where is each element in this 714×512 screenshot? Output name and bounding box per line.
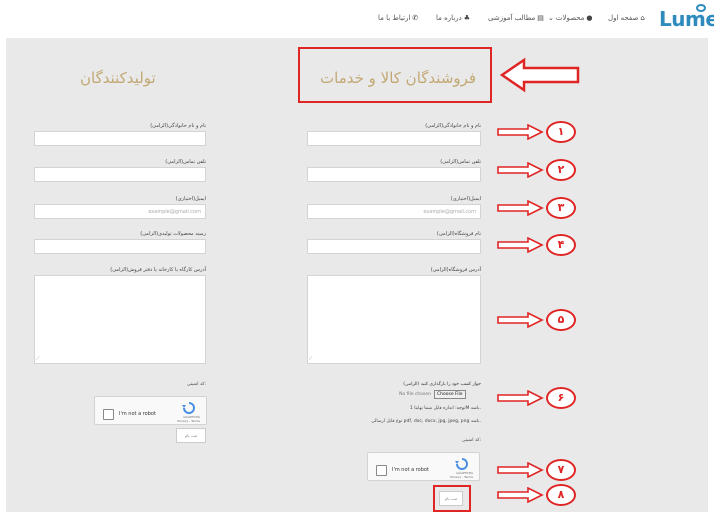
annotation-arrow-icon [497,487,544,503]
nav-home[interactable]: صفحه اول ⌂ [608,14,645,22]
no-file-text: No file chosen [399,392,431,397]
title-arrow-icon [500,57,580,93]
captcha-links: Privacy - Terms [450,475,473,479]
producer-products-input[interactable] [34,239,206,254]
size-note: توجه: اندازه فایل شما نهایتا 1M باشد. [409,406,481,411]
logo-text: Lumen [659,7,714,31]
annotation-arrow-icon [497,312,544,328]
seller-email-input[interactable]: example@gmail.com [307,204,481,219]
annotation-arrow-icon [497,237,544,253]
nav-articles-label: مطالب آموزشی [488,14,536,22]
nav-articles[interactable]: مطالب آموزشی ▤ [488,14,544,22]
seller-license-label: جواز کسب خود را بارگذاری کنید (الزامی) [403,382,481,387]
annotation-number: ۶ [546,387,576,409]
document-icon: ▤ [537,14,544,22]
captcha-links: Privacy - Terms [177,419,200,423]
top-nav: Lumen صفحه اول ⌂ ⌄ محصولات ● مطالب آموزش… [0,0,714,38]
producer-name-input[interactable] [34,131,206,146]
seller-address-label: آدرس فروشگاه(الزامی) [430,267,481,273]
producer-name-label: نام و نام خانوادگی(الزامی) [150,123,206,129]
captcha-checkbox[interactable] [103,409,114,420]
recaptcha-icon [455,458,468,470]
seller-phone-input[interactable] [307,167,481,182]
captcha-text: I'm not a robot [392,467,429,473]
nav-about-label: درباره ما [436,14,462,22]
annotation-number: ۴ [546,234,576,256]
logo-drop-icon [696,4,706,12]
seller-address-textarea[interactable]: ⟋ [307,275,481,364]
nav-home-label: صفحه اول [608,14,639,22]
annotation-number: ۷ [546,459,576,481]
seller-email-label: ایمیل(اختیاری) [450,196,481,202]
annotation-arrow-icon [497,462,544,478]
captcha-text: I'm not a robot [119,411,156,417]
annotation-number: ۵ [546,309,576,331]
annotation-arrow-icon [497,390,544,406]
producer-phone-input[interactable] [34,167,206,182]
annotation-number: ۳ [546,197,576,219]
producer-phone-label: تلفن تماس(الزامی) [165,159,206,165]
nav-about[interactable]: درباره ما ♣ [436,14,470,22]
sellers-title-highlight [298,47,492,103]
chevron-down-icon: ⌄ [548,14,554,22]
type-note: نوع فایل ارسالی pdf, doc, docx, jpg, jpe… [371,419,481,424]
producer-submit-button[interactable]: ثبت نام [176,428,206,443]
producer-recaptcha[interactable]: I'm not a robot reCAPTCHA Privacy - Term… [94,396,207,425]
bulb-icon: ● [586,14,593,22]
annotation-number: ۸ [546,484,576,506]
producer-email-input[interactable]: example@gmail.com [34,204,206,219]
seller-phone-label: تلفن تماس(الزامی) [440,159,481,165]
submit-highlight [433,485,471,512]
phone-icon: ✆ [412,14,419,22]
nav-products[interactable]: ⌄ محصولات ● [548,14,593,22]
page: Lumen صفحه اول ⌂ ⌄ محصولات ● مطالب آموزش… [0,0,714,512]
producer-security-label: کد امنیتی: [187,382,206,387]
nav-contact-label: ارتباط با ما [378,14,411,22]
recaptcha-icon [182,402,195,414]
seller-name-input[interactable] [307,131,481,146]
home-icon: ⌂ [640,14,645,22]
producers-title: تولیدکنندگان [80,69,156,87]
producer-email-label: ایمیل(اختیاری) [175,196,206,202]
seller-security-label: کد امنیتی: [462,438,481,443]
annotation-arrow-icon [497,200,544,216]
captcha-checkbox[interactable] [376,465,387,476]
annotation-arrow-icon [497,124,544,140]
resize-grip-icon: ⟋ [309,356,313,362]
annotation-number: ۱ [546,121,576,143]
seller-name-label: نام و نام خانوادگی(الزامی) [425,123,481,129]
producer-address-label: آدرس کارگاه یا کارخانه یا دفتر فروش(الزا… [110,267,206,273]
logo[interactable]: Lumen [659,7,714,31]
resize-grip-icon: ⟋ [36,356,40,362]
seller-store-input[interactable] [307,239,481,254]
choose-file-button[interactable]: Choose File [434,390,466,399]
nav-contact[interactable]: ارتباط با ما ✆ [378,14,418,22]
seller-store-label: نام فروشگاه(الزامی) [436,231,481,237]
users-icon: ♣ [463,14,471,22]
producer-address-textarea[interactable]: ⟋ [34,275,206,364]
producer-products-label: زمینه محصولات تولیدی(الزامی) [140,231,206,237]
seller-recaptcha[interactable]: I'm not a robot reCAPTCHA Privacy - Term… [367,452,480,481]
nav-products-label: محصولات [555,14,585,22]
annotation-arrow-icon [497,162,544,178]
annotation-number: ۲ [546,159,576,181]
